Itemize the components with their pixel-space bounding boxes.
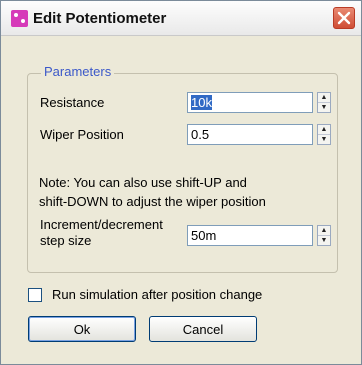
edit-potentiometer-dialog: Edit Potentiometer Parameters Resistance…	[0, 0, 362, 365]
spin-down-arrow[interactable]: ▼	[318, 102, 330, 112]
parameters-group-label: Parameters	[41, 64, 115, 79]
title-bar[interactable]: Edit Potentiometer	[1, 1, 361, 36]
increment-label-line-2: step size	[40, 233, 92, 248]
wiper-position-spinner[interactable]: ▲ ▼	[317, 124, 331, 145]
increment-label: Increment/decrement step size	[40, 217, 163, 249]
resistance-label: Resistance	[40, 95, 105, 110]
run-simulation-checkbox[interactable]	[28, 288, 42, 302]
window-title: Edit Potentiometer	[33, 10, 167, 27]
increment-spinner[interactable]: ▲ ▼	[317, 225, 331, 246]
close-icon	[337, 11, 351, 25]
spin-up-arrow[interactable]: ▲	[318, 93, 330, 102]
run-simulation-label[interactable]: Run simulation after position change	[52, 287, 262, 302]
resistance-spinner[interactable]: ▲ ▼	[317, 92, 331, 113]
component-icon	[11, 10, 28, 27]
increment-label-line-1: Increment/decrement	[40, 217, 163, 232]
increment-field[interactable]: 50m	[187, 225, 313, 246]
wiper-position-label: Wiper Position	[40, 127, 124, 142]
note-line-1: Note: You can also use shift-UP and	[39, 175, 247, 190]
spin-down-arrow[interactable]: ▼	[318, 134, 330, 144]
spin-up-arrow[interactable]: ▲	[318, 125, 330, 134]
resistance-field[interactable]: 10k	[187, 92, 313, 113]
spin-up-arrow[interactable]: ▲	[318, 226, 330, 235]
spin-down-arrow[interactable]: ▼	[318, 235, 330, 245]
close-button[interactable]	[333, 7, 355, 29]
note-text: Note: You can also use shift-UP and shif…	[39, 173, 319, 211]
wiper-position-field[interactable]: 0.5	[187, 124, 313, 145]
cancel-button[interactable]: Cancel	[149, 316, 257, 342]
ok-button[interactable]: Ok	[28, 316, 136, 342]
note-line-2: shift-DOWN to adjust the wiper position	[39, 194, 266, 209]
resistance-value: 10k	[191, 95, 212, 110]
